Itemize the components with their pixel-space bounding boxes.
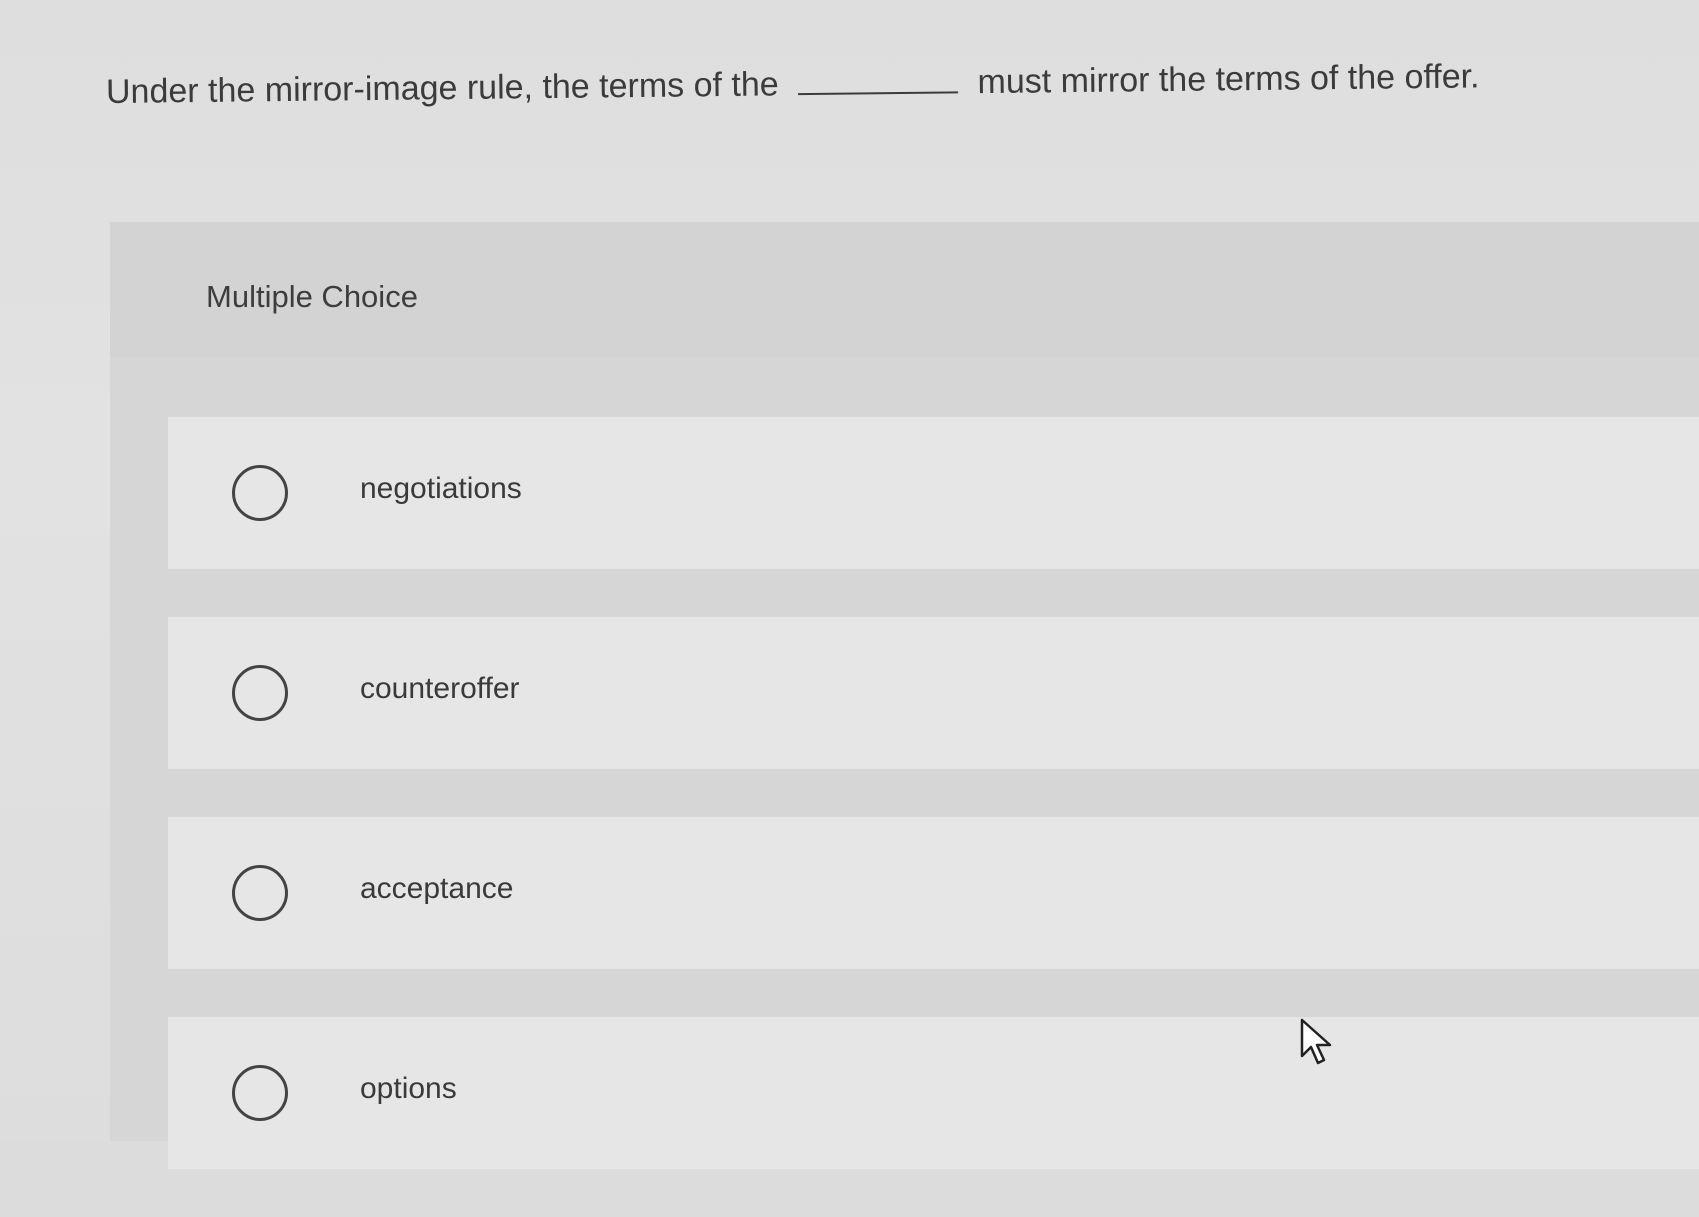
question-blank: [797, 63, 959, 96]
option-label: options: [360, 1072, 457, 1105]
radio-unselected-icon[interactable]: [232, 665, 288, 721]
option-negotiations[interactable]: negotiations: [168, 417, 1699, 569]
answer-options: negotiations counteroffer acceptance opt…: [168, 417, 1699, 1217]
option-options[interactable]: options: [168, 1017, 1699, 1169]
option-acceptance[interactable]: acceptance: [168, 817, 1699, 969]
question-after-blank: must mirror the terms of the offer.: [977, 57, 1480, 102]
radio-unselected-icon[interactable]: [232, 865, 288, 921]
multiple-choice-panel: Multiple Choice negotiations counteroffe…: [110, 222, 1699, 1169]
option-counteroffer[interactable]: counteroffer: [168, 617, 1699, 769]
multiple-choice-heading: Multiple Choice: [206, 279, 418, 314]
radio-unselected-icon[interactable]: [232, 465, 288, 521]
option-label: negotiations: [360, 472, 522, 505]
question-text: Under the mirror-image rule, the terms o…: [106, 53, 1566, 114]
question-before-blank: Under the mirror-image rule, the terms o…: [105, 65, 779, 111]
option-label: counteroffer: [360, 672, 520, 705]
radio-unselected-icon[interactable]: [232, 1065, 288, 1121]
screen: Under the mirror-image rule, the terms o…: [0, 0, 1699, 1169]
mouse-pointer-icon: [1300, 1018, 1332, 1065]
option-label: acceptance: [360, 872, 514, 905]
multiple-choice-header: Multiple Choice: [110, 222, 1699, 357]
